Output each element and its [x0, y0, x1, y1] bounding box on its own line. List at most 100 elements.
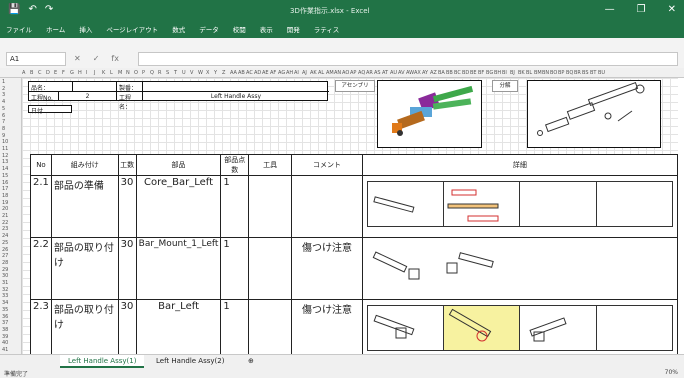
- column-header[interactable]: C: [38, 70, 42, 76]
- row-no[interactable]: 2.2: [30, 237, 52, 300]
- function-icon[interactable]: fx: [111, 54, 119, 63]
- row-header[interactable]: 3: [2, 92, 5, 98]
- column-header[interactable]: O: [134, 70, 138, 76]
- column-header[interactable]: AO: [342, 70, 349, 76]
- column-header[interactable]: BO: [550, 70, 557, 76]
- column-header[interactable]: B: [30, 70, 33, 76]
- column-header[interactable]: AA: [230, 70, 237, 76]
- tab-formulas[interactable]: 数式: [172, 24, 185, 34]
- row-tool[interactable]: [248, 299, 293, 354]
- row-tool[interactable]: [248, 175, 293, 238]
- row-header[interactable]: 34: [2, 300, 8, 306]
- row-header[interactable]: 7: [2, 119, 5, 125]
- row-header[interactable]: 38: [2, 327, 8, 333]
- row-part[interactable]: Bar_Left: [135, 299, 222, 354]
- row-header[interactable]: 32: [2, 287, 8, 293]
- column-header[interactable]: K: [102, 70, 105, 76]
- column-header[interactable]: Q: [150, 70, 154, 76]
- column-header[interactable]: BD: [462, 70, 469, 76]
- part-name-value[interactable]: [73, 82, 117, 91]
- column-header[interactable]: BT: [590, 70, 596, 76]
- row-qty[interactable]: 1: [220, 299, 250, 354]
- row-header[interactable]: 26: [2, 247, 8, 253]
- column-header[interactable]: AH: [286, 70, 293, 76]
- row-comment[interactable]: 傷つけ注意: [291, 237, 363, 300]
- worksheet-grid[interactable]: 品名： 製番： 工程No. 2 工程名： Left Handle Assy 日付…: [22, 78, 678, 354]
- row-no[interactable]: 2.1: [30, 175, 52, 238]
- column-header[interactable]: BE: [470, 70, 477, 76]
- table-row[interactable]: 2.1 部品の準備 30 Core_Bar_Left 1: [30, 175, 678, 238]
- column-header[interactable]: AN: [334, 70, 341, 76]
- tab-file[interactable]: ファイル: [6, 24, 32, 34]
- row-header[interactable]: 8: [2, 126, 5, 132]
- redo-icon[interactable]: ↷: [45, 4, 53, 15]
- cancel-icon[interactable]: ✕: [74, 54, 81, 63]
- row-header[interactable]: 28: [2, 260, 8, 266]
- column-header[interactable]: AD: [254, 70, 261, 76]
- column-header[interactable]: BM: [534, 70, 542, 76]
- column-header[interactable]: V: [190, 70, 193, 76]
- column-header[interactable]: F: [62, 70, 65, 76]
- column-header[interactable]: BQ: [566, 70, 573, 76]
- column-header[interactable]: N: [126, 70, 130, 76]
- column-header[interactable]: AF: [270, 70, 276, 76]
- row-time[interactable]: 30: [117, 237, 137, 300]
- row-header[interactable]: 4: [2, 99, 5, 105]
- row-part[interactable]: Core_Bar_Left: [135, 175, 222, 238]
- column-header[interactable]: X: [206, 70, 209, 76]
- add-sheet-button[interactable]: ⊕: [240, 355, 262, 368]
- column-header[interactable]: H: [78, 70, 82, 76]
- column-header[interactable]: Y: [214, 70, 217, 76]
- enter-icon[interactable]: ✓: [93, 54, 100, 63]
- row-time[interactable]: 30: [117, 299, 137, 354]
- column-header[interactable]: W: [198, 70, 203, 76]
- row-header[interactable]: 36: [2, 314, 8, 320]
- tab-lattice[interactable]: ラティス: [314, 24, 340, 34]
- row-header[interactable]: 18: [2, 193, 8, 199]
- column-header[interactable]: BB: [446, 70, 453, 76]
- row-task[interactable]: 部品の準備: [50, 175, 119, 238]
- column-header[interactable]: AZ: [430, 70, 437, 76]
- column-header[interactable]: G: [70, 70, 74, 76]
- row-header[interactable]: 2: [2, 86, 5, 92]
- column-header[interactable]: P: [142, 70, 145, 76]
- column-header[interactable]: R: [158, 70, 161, 76]
- table-row[interactable]: 2.3 部品の取り付け 30 Bar_Left 1 傷つけ注意: [30, 299, 678, 354]
- column-header[interactable]: A: [22, 70, 25, 76]
- disassembly-button[interactable]: 分解: [492, 80, 518, 92]
- work-no-value[interactable]: 2: [59, 91, 117, 100]
- row-header[interactable]: 10: [2, 139, 8, 145]
- column-header[interactable]: AV: [398, 70, 405, 76]
- column-header[interactable]: BI: [502, 70, 507, 76]
- column-header[interactable]: AJ: [302, 70, 307, 76]
- row-time[interactable]: 30: [117, 175, 137, 238]
- column-header[interactable]: AR: [366, 70, 373, 76]
- row-header[interactable]: 13: [2, 159, 8, 165]
- restore-button[interactable]: ❐: [637, 4, 646, 15]
- row-header[interactable]: 25: [2, 240, 8, 246]
- column-header[interactable]: AB: [238, 70, 245, 76]
- tab-review[interactable]: 校閲: [233, 24, 246, 34]
- column-header[interactable]: T: [174, 70, 177, 76]
- row-header[interactable]: 35: [2, 307, 8, 313]
- row-header[interactable]: 6: [2, 113, 5, 119]
- row-part[interactable]: Bar_Mount_1_Left: [135, 237, 222, 300]
- column-header[interactable]: BL: [526, 70, 532, 76]
- column-header[interactable]: BH: [494, 70, 501, 76]
- row-header[interactable]: 33: [2, 293, 8, 299]
- row-header[interactable]: 12: [2, 153, 8, 159]
- column-header[interactable]: AS: [374, 70, 381, 76]
- column-header[interactable]: Z: [222, 70, 225, 76]
- row-header[interactable]: 20: [2, 206, 8, 212]
- row-header[interactable]: 24: [2, 233, 8, 239]
- column-header[interactable]: AI: [294, 70, 299, 76]
- table-row[interactable]: 2.2 部品の取り付け 30 Bar_Mount_1_Left 1 傷つけ注意: [30, 237, 678, 300]
- column-header[interactable]: BF: [478, 70, 484, 76]
- undo-icon[interactable]: ↶: [28, 4, 36, 15]
- row-comment[interactable]: [291, 175, 363, 238]
- save-icon[interactable]: 💾: [8, 4, 20, 15]
- row-header[interactable]: 23: [2, 226, 8, 232]
- column-header[interactable]: D: [46, 70, 50, 76]
- row-no[interactable]: 2.3: [30, 299, 52, 354]
- column-header[interactable]: AE: [262, 70, 269, 76]
